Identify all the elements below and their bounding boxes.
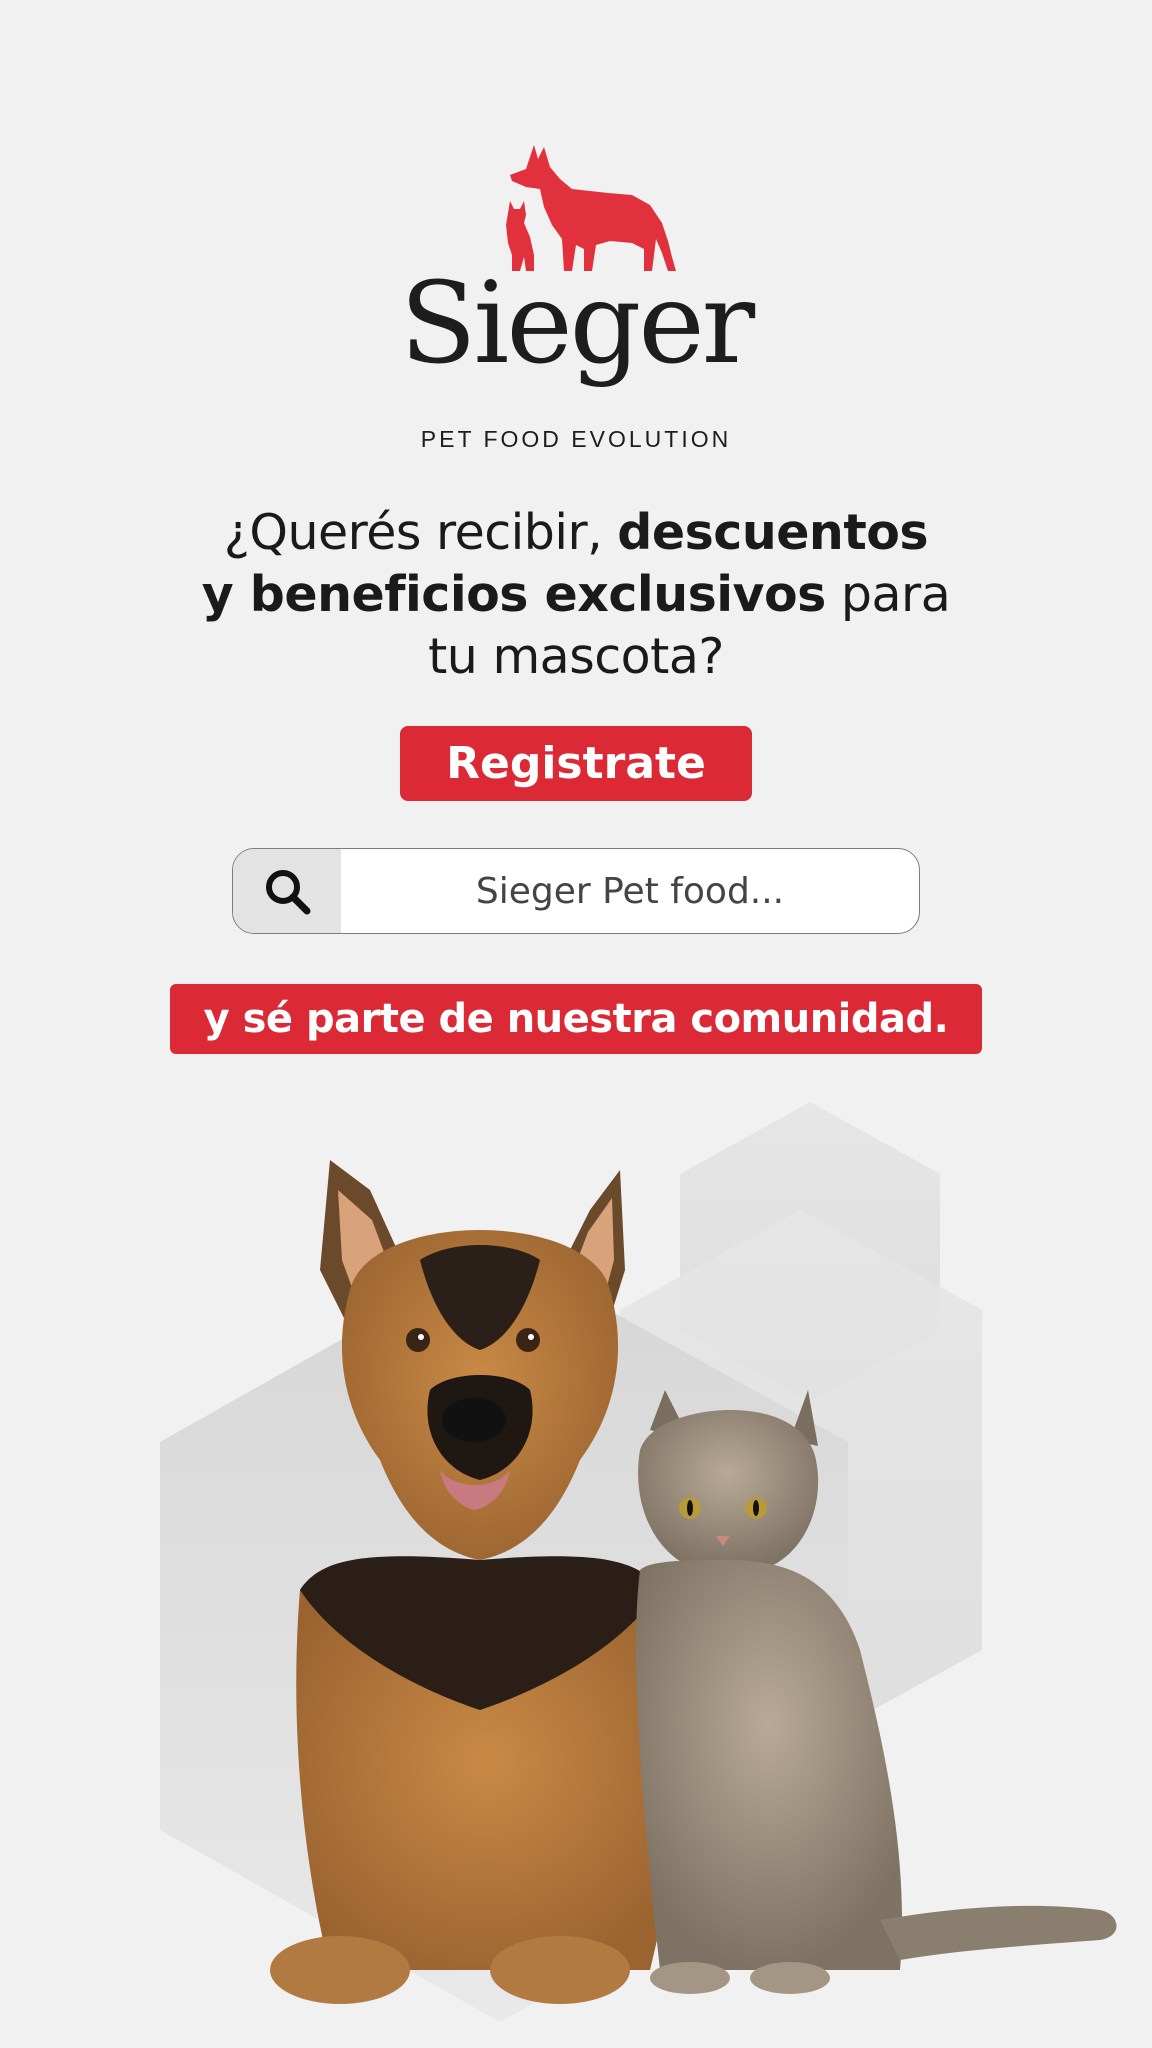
headline-bold-text: descuentos [617,504,929,561]
brand-tagline: PET FOOD EVOLUTION [420,426,732,452]
search-icon [266,870,311,915]
search-bar[interactable] [232,848,920,934]
promo-headline: ¿Querés recibir, descuentos y beneficios … [140,502,1012,688]
search-input[interactable] [341,849,919,933]
headline-bold-text: y beneficios exclusivos [201,566,827,623]
headline-text: ¿Querés recibir, [223,504,618,561]
register-button[interactable]: Registrate [400,726,752,801]
brand-name: Sieger [399,259,755,389]
headline-text: para [825,566,951,623]
search-icon-button[interactable] [233,849,341,933]
sieger-logo-icon [506,145,676,271]
community-banner: y sé parte de nuestra comunidad. [170,984,982,1054]
dog-figure [270,1160,679,2004]
hero-pets-image [160,1102,1117,2022]
headline-text: tu mascota? [428,628,724,685]
